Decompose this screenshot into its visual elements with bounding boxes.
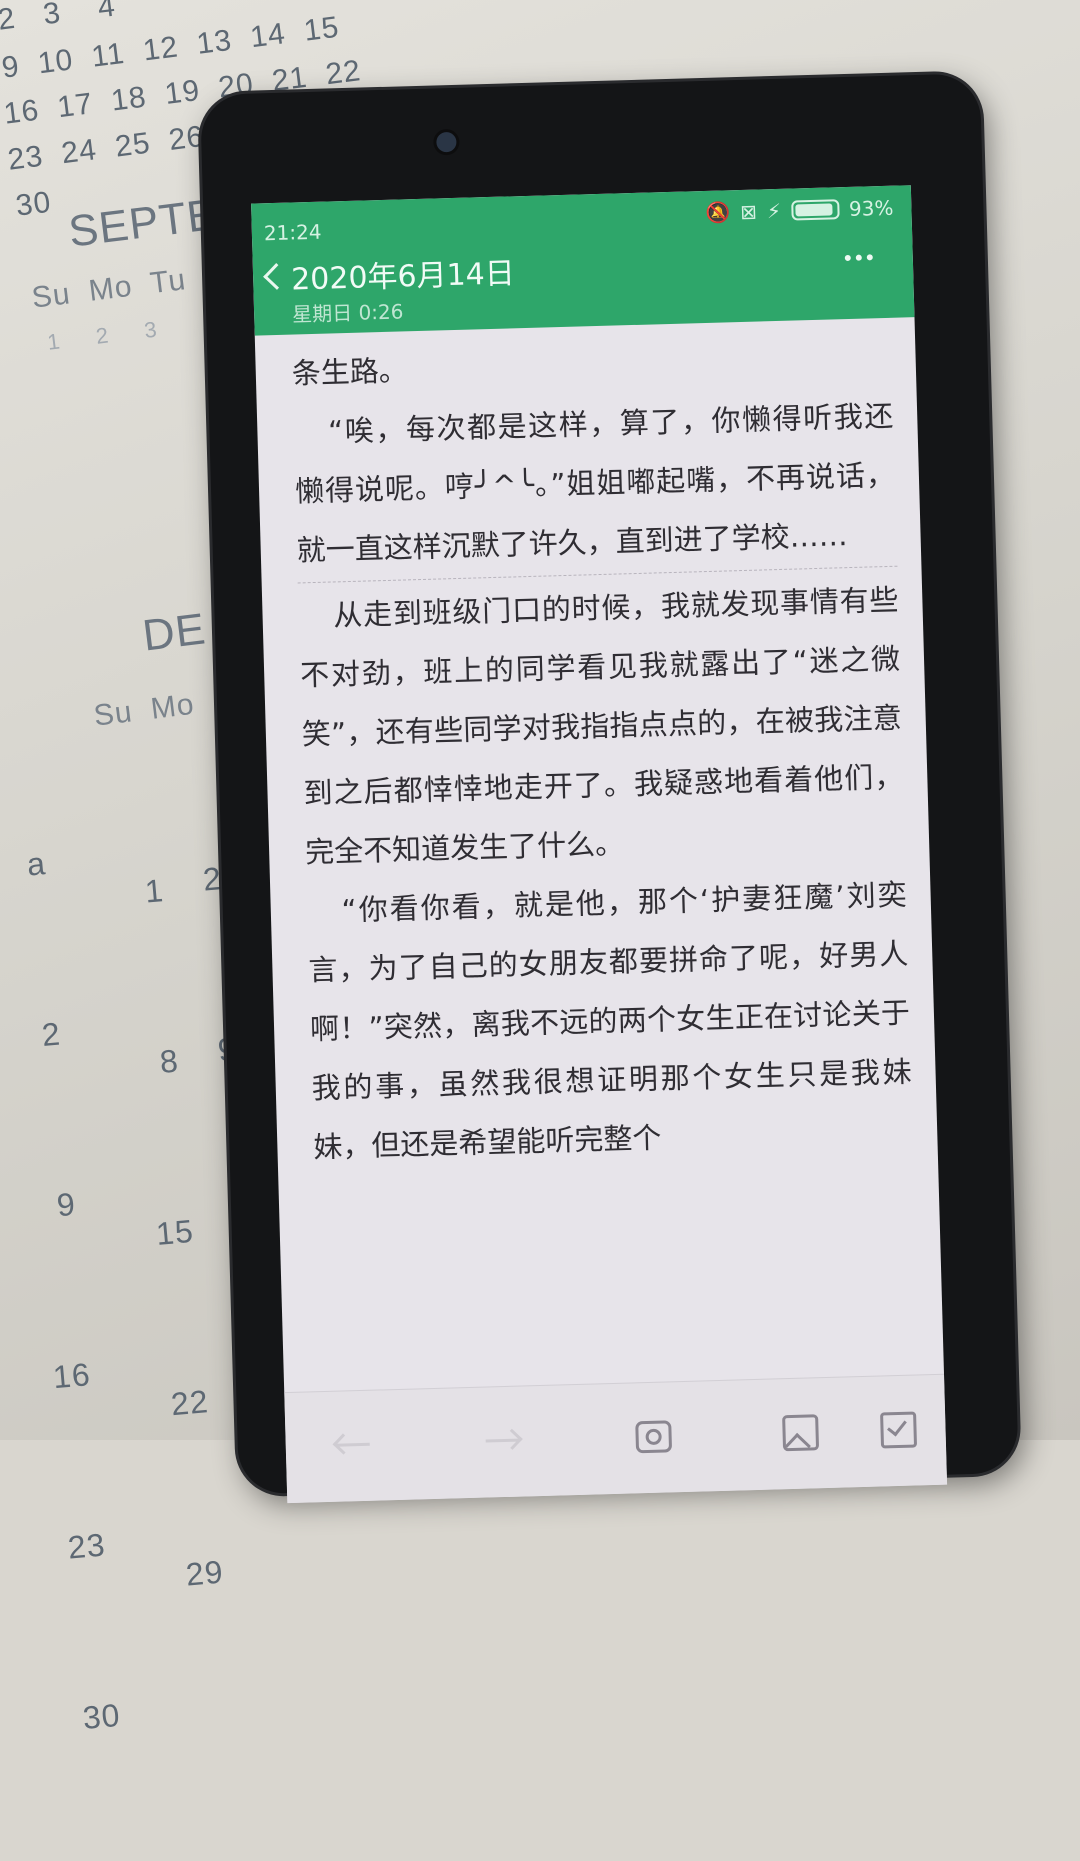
mute-vibrate-icon: 🔕 xyxy=(704,200,731,225)
sim-icon: ⊠ xyxy=(739,199,758,224)
editor-toolbar xyxy=(284,1373,948,1504)
charging-icon: ⚡ xyxy=(766,198,782,224)
app-header: 21:24 🔕 ⊠ ⚡ 93% 2020年6月14日 星期日 0:26 xyxy=(251,185,915,336)
calendar-weekdays: Su Mo xyxy=(92,687,197,733)
battery-icon xyxy=(790,199,840,221)
calendar-column: a 2 9 16 23 30 xyxy=(25,845,122,1736)
front-camera xyxy=(436,131,457,153)
status-time: 21:24 xyxy=(263,219,322,246)
image-icon[interactable] xyxy=(777,1408,822,1453)
checkbox-icon[interactable] xyxy=(875,1405,920,1450)
battery-percent: 93% xyxy=(848,195,894,221)
paragraph: “你看你看，就是他，那个‘护妻狂魔’刘奕言，为了自己的女朋友都要拼命了呢，好男人… xyxy=(308,877,913,1165)
calendar-dates: 1 2 3 xyxy=(46,316,160,355)
back-icon[interactable] xyxy=(263,263,291,290)
undo-icon[interactable] xyxy=(335,1421,380,1466)
calendar-row: 30 xyxy=(14,185,54,223)
paragraph: “唉，每次都是这样，算了，你懒得听我还懒得说呢。哼╯^╰。”姐姐嘟起嘴，不再说话… xyxy=(294,398,896,568)
redo-icon[interactable] xyxy=(485,1416,530,1461)
paragraph: 从走到班级门口的时候，我就发现事情有些不对劲，班上的同学看见我就露出了“迷之微笑… xyxy=(299,582,904,870)
more-options-icon[interactable] xyxy=(844,254,873,262)
calendar-month: SEPTE xyxy=(66,189,221,257)
note-content[interactable]: 条生路。 “唉，每次都是这样，算了，你懒得听我还懒得说呢。哼╯^╰。”姐姐嘟起嘴… xyxy=(291,328,914,1177)
phone-screen: 21:24 🔕 ⊠ ⚡ 93% 2020年6月14日 星期日 0:26 条生路。… xyxy=(251,185,948,1504)
note-date-title: 2020年6月14日 xyxy=(290,256,516,298)
calendar-row: 2 3 4 xyxy=(0,0,118,37)
status-icons: 🔕 ⊠ ⚡ 93% xyxy=(705,196,894,225)
note-timestamp: 星期日 0:26 xyxy=(291,299,404,327)
camera-icon[interactable] xyxy=(630,1412,675,1457)
calendar-month: DE xyxy=(140,604,209,661)
phone-device: 21:24 🔕 ⊠ ⚡ 93% 2020年6月14日 星期日 0:26 条生路。… xyxy=(200,73,1019,1504)
